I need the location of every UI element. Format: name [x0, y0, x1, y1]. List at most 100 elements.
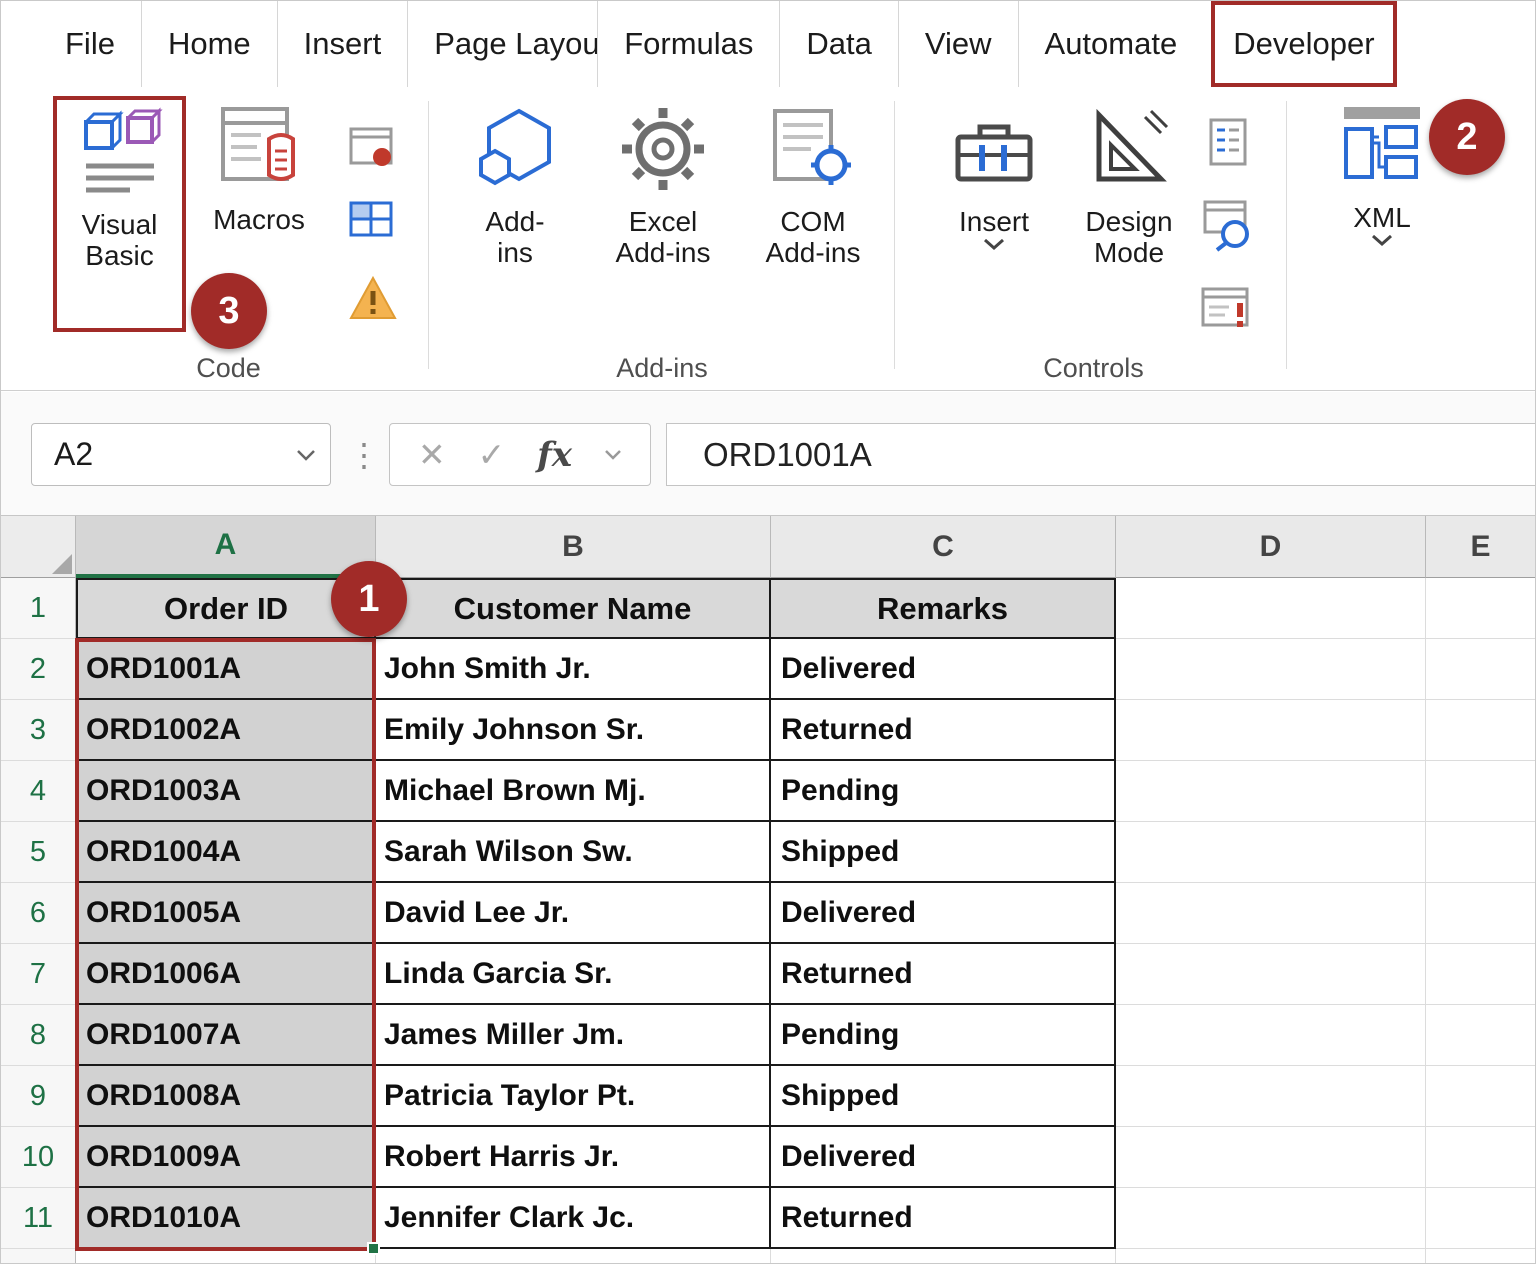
insert-controls-button[interactable]: Insert	[939, 103, 1049, 255]
cell-customer-name[interactable]: Linda Garcia Sr.	[376, 944, 771, 1005]
cell-empty[interactable]	[1116, 944, 1426, 1005]
run-dialog-button[interactable]	[1199, 281, 1255, 342]
cell-empty[interactable]	[376, 1249, 771, 1263]
row-number[interactable]: 4	[1, 761, 76, 822]
cell-empty[interactable]	[1116, 1249, 1426, 1263]
com-addins-label: COM Add-ins	[749, 206, 877, 269]
cell-customer-name[interactable]: Michael Brown Mj.	[376, 761, 771, 822]
cancel-icon[interactable]: ✕	[418, 435, 446, 474]
row-number[interactable]: 10	[1, 1127, 76, 1188]
cell-empty[interactable]	[1116, 1005, 1426, 1066]
cell-empty[interactable]	[1426, 578, 1535, 639]
cell-empty[interactable]	[1426, 1066, 1535, 1127]
insert-function-icon[interactable]: fx	[537, 435, 572, 475]
ribbon-tab[interactable]: File	[39, 1, 141, 87]
cell-empty[interactable]	[1426, 1188, 1535, 1249]
cell-empty[interactable]	[1426, 883, 1535, 944]
ribbon-tab[interactable]: View	[898, 1, 1018, 87]
ribbon-tab[interactable]: Automate	[1018, 1, 1204, 87]
name-box[interactable]: A2	[31, 423, 331, 486]
macro-security-button[interactable]	[347, 273, 399, 330]
cell-empty[interactable]	[1116, 1127, 1426, 1188]
macros-button[interactable]: Macros	[199, 101, 319, 235]
header-remarks[interactable]: Remarks	[771, 578, 1116, 639]
cell-customer-name[interactable]: Robert Harris Jr.	[376, 1127, 771, 1188]
row-number[interactable]: 3	[1, 700, 76, 761]
row-number[interactable]: 5	[1, 822, 76, 883]
cell-empty[interactable]	[1426, 944, 1535, 1005]
cell-empty[interactable]	[1116, 1066, 1426, 1127]
group-label-addins: Add-ins	[431, 353, 893, 384]
cell-customer-name[interactable]: Emily Johnson Sr.	[376, 700, 771, 761]
addins-button[interactable]: Add-ins	[459, 103, 571, 269]
cell-empty[interactable]	[1116, 578, 1426, 639]
xml-button[interactable]: XML	[1326, 99, 1438, 251]
cell-customer-name[interactable]: David Lee Jr.	[376, 883, 771, 944]
formula-input[interactable]: ORD1001A	[666, 423, 1535, 486]
column-header[interactable]: D	[1116, 516, 1426, 578]
ribbon-tab[interactable]: Formulas	[597, 1, 779, 87]
enter-icon[interactable]: ✓	[478, 435, 506, 474]
cell-empty[interactable]	[1426, 700, 1535, 761]
cell-empty[interactable]	[1116, 700, 1426, 761]
cell-empty[interactable]	[1426, 822, 1535, 883]
cell-empty[interactable]	[1116, 761, 1426, 822]
com-addins-button[interactable]: COM Add-ins	[749, 103, 877, 269]
row-number[interactable]: 2	[1, 639, 76, 700]
row-number[interactable]: 1	[1, 578, 76, 639]
cell-remarks[interactable]: Delivered	[771, 1127, 1116, 1188]
cell-customer-name[interactable]: John Smith Jr.	[376, 639, 771, 700]
design-mode-button[interactable]: Design Mode	[1063, 103, 1195, 269]
row-number[interactable]: 11	[1, 1188, 76, 1249]
fill-handle[interactable]	[367, 1242, 380, 1255]
cell-remarks[interactable]: Delivered	[771, 639, 1116, 700]
view-code-button[interactable]	[1199, 196, 1255, 257]
column-header[interactable]: A	[76, 516, 376, 578]
cell-customer-name[interactable]: Sarah Wilson Sw.	[376, 822, 771, 883]
ribbon-tab[interactable]: Home	[141, 1, 277, 87]
row-number[interactable]: 6	[1, 883, 76, 944]
record-macro-button[interactable]	[345, 123, 397, 180]
cell-empty[interactable]	[1426, 1249, 1535, 1263]
cell-remarks[interactable]: Returned	[771, 944, 1116, 1005]
cell-remarks[interactable]: Pending	[771, 1005, 1116, 1066]
cell-remarks[interactable]: Pending	[771, 761, 1116, 822]
visual-basic-button[interactable]: Visual Basic	[53, 96, 186, 332]
row-number[interactable]	[1, 1249, 76, 1263]
cell-empty[interactable]	[1426, 1005, 1535, 1066]
cell-empty[interactable]	[1116, 883, 1426, 944]
row-number[interactable]: 9	[1, 1066, 76, 1127]
cell-remarks[interactable]: Returned	[771, 1188, 1116, 1249]
formula-bar-splitter[interactable]: ⋮	[348, 436, 380, 474]
cell-remarks[interactable]: Shipped	[771, 822, 1116, 883]
cell-empty[interactable]	[1116, 822, 1426, 883]
ribbon-tab[interactable]: Data	[779, 1, 897, 87]
column-header[interactable]: E	[1426, 516, 1535, 578]
ribbon-tab[interactable]: Page Layout	[407, 1, 597, 87]
row-number[interactable]: 7	[1, 944, 76, 1005]
excel-addins-button[interactable]: Excel Add-ins	[599, 103, 727, 269]
row-number[interactable]: 8	[1, 1005, 76, 1066]
cell-customer-name[interactable]: Jennifer Clark Jc.	[376, 1188, 771, 1249]
select-all-corner[interactable]	[1, 516, 76, 578]
cell-remarks[interactable]: Shipped	[771, 1066, 1116, 1127]
header-order-id[interactable]: Order ID	[76, 578, 376, 639]
cell-remarks[interactable]: Returned	[771, 700, 1116, 761]
cell-empty[interactable]	[1426, 761, 1535, 822]
column-header[interactable]: B	[376, 516, 771, 578]
cell-remarks[interactable]: Delivered	[771, 883, 1116, 944]
ribbon-tab[interactable]: Developer	[1211, 1, 1396, 87]
properties-button[interactable]	[1201, 116, 1253, 173]
cell-empty[interactable]	[1116, 1188, 1426, 1249]
cell-empty[interactable]	[771, 1249, 1116, 1263]
cell-empty[interactable]	[1426, 1127, 1535, 1188]
cell-empty[interactable]	[1116, 639, 1426, 700]
header-customer-name[interactable]: Customer Name	[376, 578, 771, 639]
ribbon-tab[interactable]: Insert	[277, 1, 408, 87]
cell-customer-name[interactable]: Patricia Taylor Pt.	[376, 1066, 771, 1127]
cell-empty[interactable]	[76, 1249, 376, 1263]
column-header[interactable]: C	[771, 516, 1116, 578]
cell-customer-name[interactable]: James Miller Jm.	[376, 1005, 771, 1066]
cell-empty[interactable]	[1426, 639, 1535, 700]
relative-references-button[interactable]	[345, 193, 397, 250]
